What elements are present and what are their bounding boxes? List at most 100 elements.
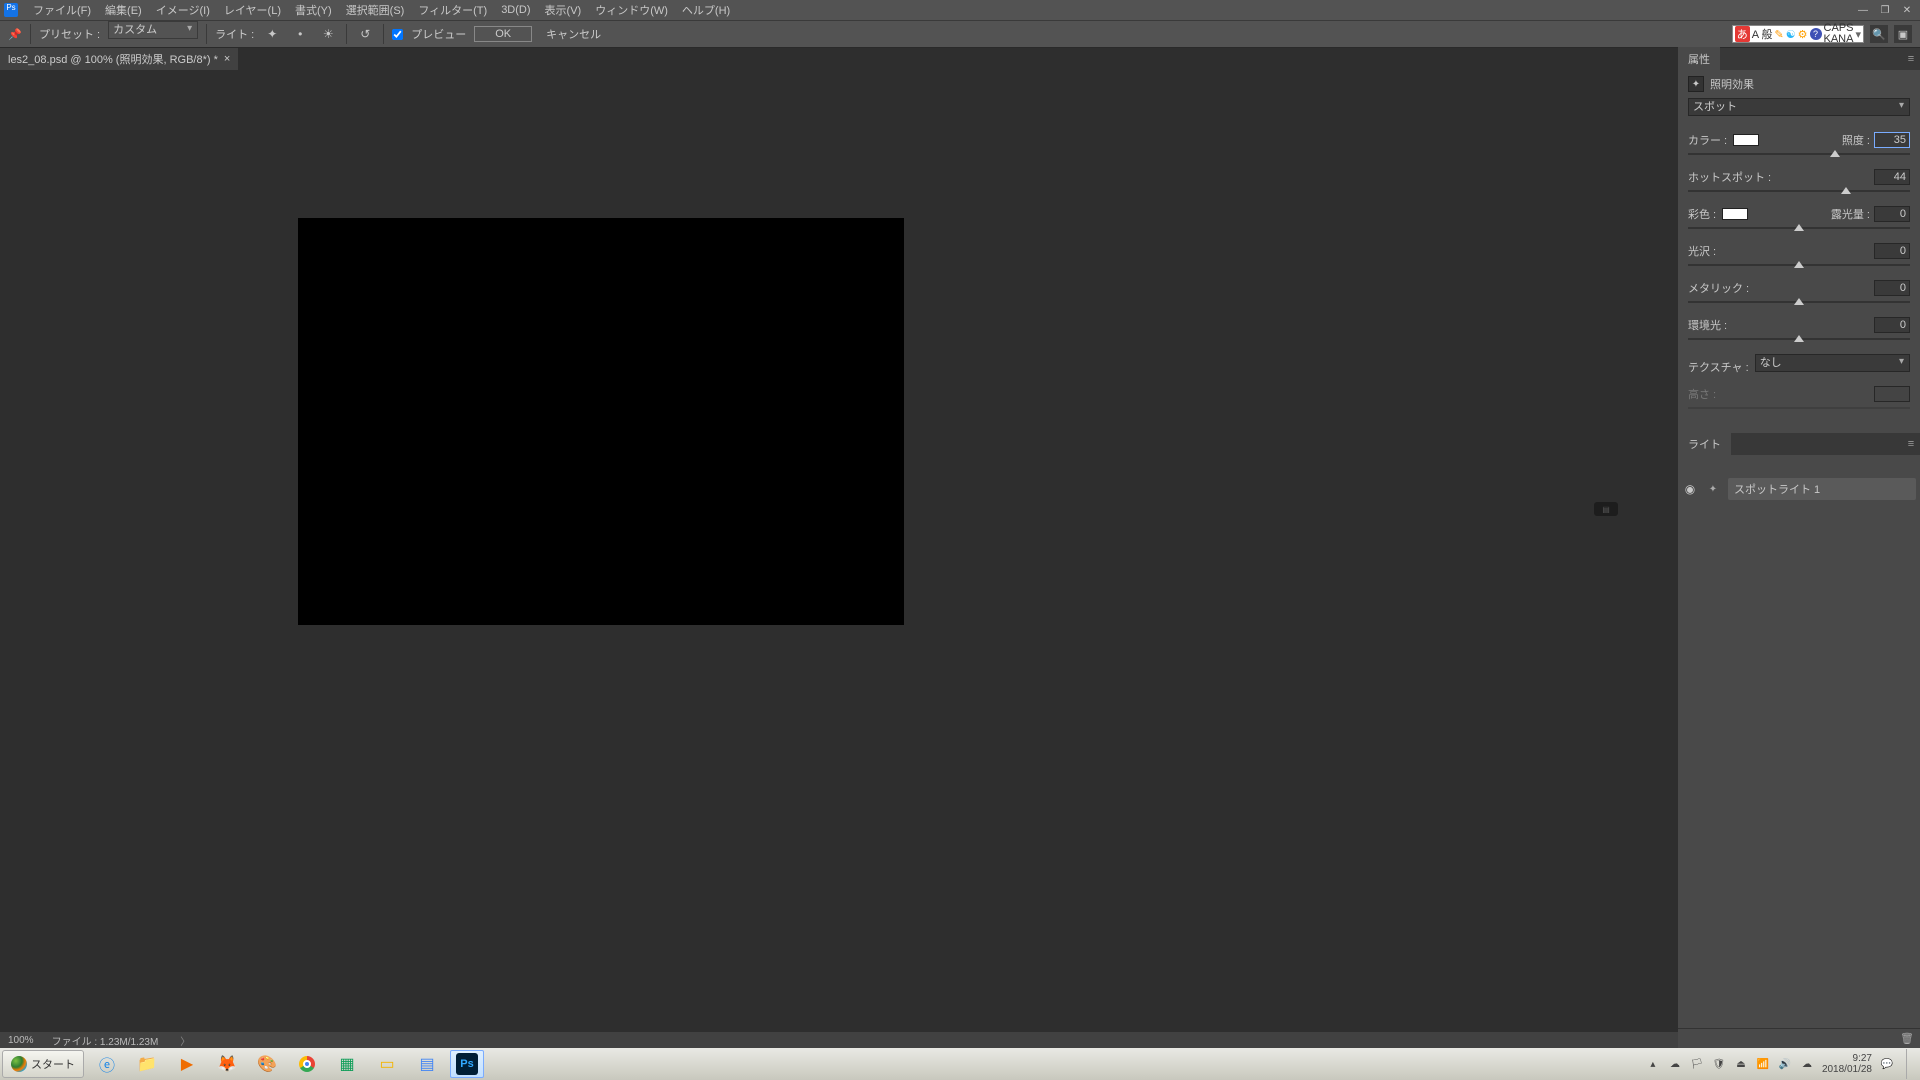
height-slider (1688, 405, 1910, 415)
add-infinite-light-icon[interactable]: ☀ (318, 24, 338, 44)
tray-expand-icon[interactable]: ▴ (1646, 1059, 1660, 1070)
light-name-label[interactable]: スポットライト 1 (1728, 478, 1916, 500)
exposure-input[interactable] (1874, 206, 1910, 222)
lights-panel-menu-icon[interactable]: ≡ (1902, 438, 1920, 450)
menu-window[interactable]: ウィンドウ(W) (588, 0, 675, 20)
light-label: ライト : (215, 26, 254, 42)
ambience-label: 環境光 : (1688, 317, 1727, 333)
menu-3d[interactable]: 3D(D) (494, 2, 537, 18)
tray-clock[interactable]: 9:27 2018/01/28 (1822, 1053, 1872, 1075)
ambience-input[interactable] (1874, 317, 1910, 333)
ime-mode-icon[interactable]: あ (1735, 26, 1750, 42)
ime-dict-icon[interactable]: ☯ (1786, 28, 1796, 41)
intensity-input[interactable] (1874, 132, 1910, 148)
ime-toolbar[interactable]: あ A 般 ✎ ☯ ⚙ ? CAPSKANA ▾ (1732, 25, 1864, 43)
file-size-readout[interactable]: ファイル : 1.23M/1.23M (52, 1033, 159, 1048)
hotspot-slider[interactable] (1688, 188, 1910, 198)
ambience-slider[interactable] (1688, 336, 1910, 346)
lighting-effect-icon: ✦ (1688, 76, 1704, 92)
tray-shield-icon[interactable]: 🛡 (1712, 1059, 1726, 1070)
menu-edit[interactable]: 編集(E) (98, 0, 149, 20)
menu-select[interactable]: 選択範囲(S) (339, 0, 412, 20)
menu-view[interactable]: 表示(V) (538, 0, 589, 20)
metallic-label: メタリック : (1688, 280, 1749, 296)
ime-dropdown-icon[interactable]: ▾ (1855, 28, 1861, 41)
taskbar-sheets-icon[interactable]: ▦ (330, 1050, 364, 1078)
start-label: スタート (31, 1056, 75, 1072)
taskbar-photoshop-icon[interactable]: Ps (450, 1050, 484, 1078)
color-swatch[interactable] (1733, 134, 1759, 146)
status-flyout-icon[interactable]: 〉 (180, 1033, 190, 1048)
metallic-slider[interactable] (1688, 299, 1910, 309)
menu-image[interactable]: イメージ(I) (149, 0, 217, 20)
menu-layer[interactable]: レイヤー(L) (217, 0, 288, 20)
taskbar-slides-icon[interactable]: ▭ (370, 1050, 404, 1078)
texture-select[interactable]: なし (1755, 354, 1910, 372)
properties-panel-menu-icon[interactable]: ≡ (1902, 53, 1920, 65)
taskbar-docs-icon[interactable]: ▤ (410, 1050, 444, 1078)
gloss-slider[interactable] (1688, 262, 1910, 272)
tray-volume-icon[interactable]: 🔊 (1778, 1059, 1792, 1070)
document-tab-close-icon[interactable]: × (224, 53, 230, 65)
tray-notification-icon[interactable]: 💬 (1880, 1059, 1894, 1070)
cancel-button[interactable]: キャンセル (540, 24, 607, 44)
tray-sync-icon[interactable]: ☁ (1800, 1059, 1814, 1070)
properties-panel-tab[interactable]: 属性 (1678, 47, 1720, 71)
window-maximize-button[interactable]: ❐ (1874, 2, 1896, 18)
light-list-item[interactable]: ◉ ✦ スポットライト 1 (1678, 477, 1920, 501)
document-tab[interactable]: les2_08.psd @ 100% (照明効果, RGB/8*) * × (0, 48, 238, 70)
search-icon[interactable]: 🔍 (1870, 25, 1888, 43)
pin-icon[interactable]: 📌 (8, 28, 22, 41)
ime-help-icon[interactable]: ? (1810, 28, 1822, 40)
menu-file[interactable]: ファイル(F) (26, 0, 98, 20)
taskbar-mediaplayer-icon[interactable]: ▶ (170, 1050, 204, 1078)
delete-light-icon[interactable]: 🗑 (1900, 1032, 1914, 1045)
menu-filter[interactable]: フィルター(T) (411, 0, 494, 20)
hotspot-input[interactable] (1874, 169, 1910, 185)
taskbar-app2-icon[interactable]: 🎨 (250, 1050, 284, 1078)
spot-light-icon: ✦ (1706, 484, 1720, 495)
effect-title: 照明効果 (1710, 76, 1754, 92)
start-button[interactable]: スタート (2, 1050, 84, 1078)
tray-usb-icon[interactable]: ⏏ (1734, 1059, 1748, 1070)
canvas-viewport[interactable]: ▤ (0, 70, 1678, 1032)
taskbar-explorer-icon[interactable]: 📁 (130, 1050, 164, 1078)
tray-action-icon[interactable]: 🏳 (1690, 1059, 1704, 1070)
preview-label: プレビュー (411, 26, 466, 42)
taskbar-ie-icon[interactable]: ⓔ (90, 1050, 124, 1078)
lights-panel-tab[interactable]: ライト (1678, 432, 1731, 456)
exposure-label: 露光量 : (1831, 206, 1870, 222)
visibility-toggle-icon[interactable]: ◉ (1682, 482, 1698, 496)
colorize-swatch[interactable] (1722, 208, 1748, 220)
taskbar-app1-icon[interactable]: 🦊 (210, 1050, 244, 1078)
ime-han-icon[interactable]: A 般 (1752, 26, 1773, 42)
reset-icon[interactable]: ↺ (355, 24, 375, 44)
viewport-controls-icon[interactable]: ▤ (1594, 502, 1618, 516)
add-spot-light-icon[interactable]: ✦ (262, 24, 282, 44)
gloss-input[interactable] (1874, 243, 1910, 259)
document-canvas[interactable] (298, 218, 904, 625)
preview-checkbox[interactable] (392, 29, 403, 40)
workspace-layout-icon[interactable]: ▣ (1894, 25, 1912, 43)
taskbar-chrome-icon[interactable] (290, 1050, 324, 1078)
tray-network-icon[interactable]: 📶 (1756, 1059, 1770, 1070)
windows-orb-icon (11, 1056, 27, 1072)
add-point-light-icon[interactable]: • (290, 24, 310, 44)
tray-cloud-icon[interactable]: ☁ (1668, 1059, 1682, 1070)
ok-button[interactable]: OK (474, 26, 532, 42)
preset-select[interactable]: カスタム (108, 21, 198, 39)
show-desktop-button[interactable] (1906, 1049, 1916, 1079)
menu-help[interactable]: ヘルプ(H) (675, 0, 737, 20)
ime-pad-icon[interactable]: ✎ (1775, 28, 1784, 41)
ime-tool-icon[interactable]: ⚙ (1798, 28, 1808, 41)
light-type-select[interactable]: スポット (1688, 98, 1910, 116)
right-panel-dock: 属性 ≡ ✦ 照明効果 スポット カラー : 照度 : (1678, 48, 1920, 1048)
window-close-button[interactable]: ✕ (1896, 2, 1918, 18)
window-minimize-button[interactable]: — (1852, 2, 1874, 18)
exposure-slider[interactable] (1688, 225, 1910, 235)
metallic-input[interactable] (1874, 280, 1910, 296)
zoom-readout[interactable]: 100% (8, 1035, 34, 1046)
intensity-slider[interactable] (1688, 151, 1910, 161)
preset-label: プリセット : (39, 26, 100, 42)
menu-type[interactable]: 書式(Y) (288, 0, 339, 20)
